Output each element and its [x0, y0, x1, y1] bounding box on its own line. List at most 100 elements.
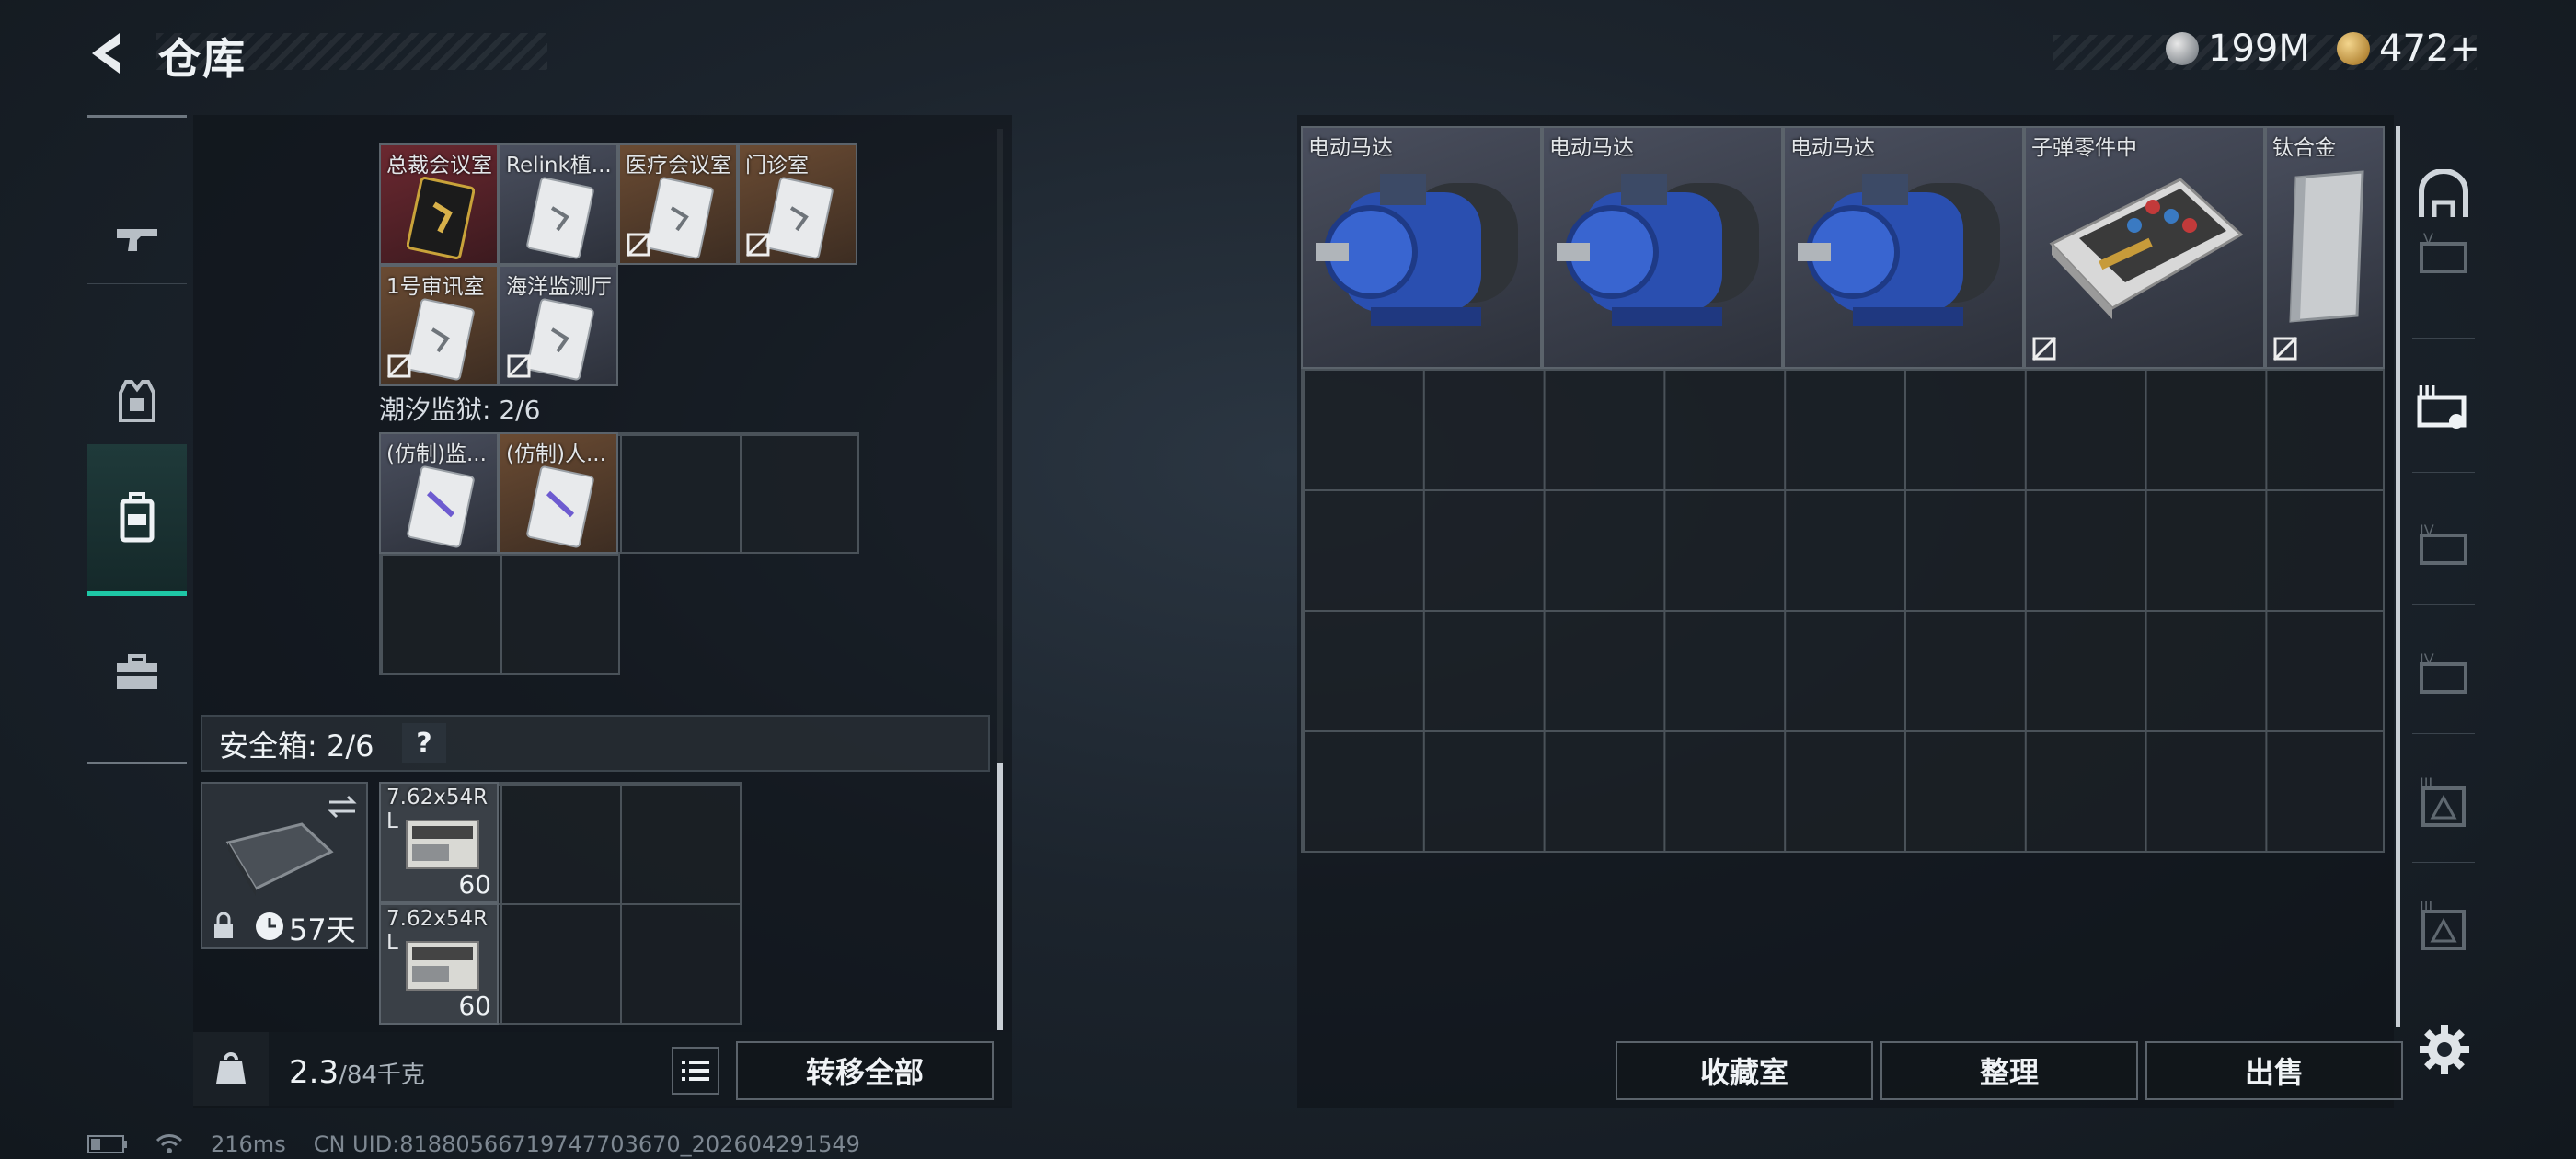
- svg-text:III: III: [2420, 775, 2432, 792]
- weight-readout: 2.3/84千克: [289, 1054, 425, 1091]
- keycard-label: Relink植...: [506, 154, 612, 178]
- item-label: 电动马达: [1790, 136, 1875, 160]
- stash-tabs-sidebar: V III IV IV III III: [2403, 126, 2484, 1027]
- item-label: 电动马达: [1308, 136, 1393, 160]
- currency-gold[interactable]: 472+: [2337, 28, 2480, 70]
- svg-text:III: III: [2418, 383, 2436, 402]
- keycard-gold-icon: [407, 177, 475, 259]
- swap-icon[interactable]: [326, 793, 359, 820]
- nav-weapons[interactable]: [87, 164, 187, 316]
- stash-tab-separator: [2412, 472, 2475, 473]
- no-trade-icon: [745, 232, 771, 258]
- keycard-slot[interactable]: 门诊室: [738, 143, 857, 265]
- stash-item-slot[interactable]: 电动马达: [1542, 126, 1783, 369]
- stash-tier-iii-warning-icon: III: [2420, 775, 2466, 827]
- ammo-parts-box-icon: [2049, 178, 2244, 319]
- weight-max: /84千克: [339, 1061, 425, 1089]
- keycard-slot[interactable]: (仿制)监...: [379, 432, 499, 554]
- safebox-case-slot[interactable]: 57天: [201, 782, 368, 949]
- stash-tab-iv-2[interactable]: IV: [2403, 614, 2484, 735]
- safebox-timer: 57天: [289, 912, 356, 947]
- keycard-white-icon: [526, 298, 594, 381]
- toolbox-icon: [117, 653, 157, 689]
- battery-icon: [87, 1135, 127, 1153]
- help-button[interactable]: ?: [402, 723, 446, 763]
- sell-button[interactable]: 出售: [2145, 1041, 2403, 1100]
- list-view-button[interactable]: [672, 1047, 719, 1095]
- stash-tier-iii-warning-icon: III: [2420, 899, 2466, 950]
- keycard-label: 海洋监测厅: [506, 275, 612, 299]
- lock-icon: [214, 912, 233, 938]
- keycard-white-icon: [526, 177, 594, 259]
- item-grid[interactable]: [379, 552, 620, 675]
- ammo-sub-label: L: [386, 809, 398, 833]
- stash-tab-separator: [2412, 733, 2475, 734]
- uid-readout: CN UID:8188056671974770367​0_20260429154…: [313, 1131, 860, 1157]
- stash-item-slot[interactable]: 子弹零件中: [2024, 126, 2265, 369]
- currency-silver[interactable]: 199M: [2166, 28, 2310, 70]
- stash-tab-iv-1[interactable]: IV: [2403, 485, 2484, 606]
- safebox-case-icon: [225, 822, 334, 896]
- titanium-plate-icon: [2289, 170, 2364, 323]
- sort-button[interactable]: 整理: [1880, 1041, 2138, 1100]
- ammo-count: 60: [458, 991, 491, 1021]
- nav-separator: [87, 283, 187, 284]
- ammo-box-icon: [406, 941, 479, 991]
- keycard-white-icon: [646, 177, 714, 259]
- silver-coin-icon: [2166, 32, 2199, 65]
- no-trade-icon: [2031, 336, 2057, 361]
- nav-supplies[interactable]: [87, 596, 187, 748]
- keycard-slot[interactable]: Relink植...: [499, 143, 618, 265]
- gold-coin-icon: [2337, 32, 2370, 65]
- stash-tier-iv-icon: IV: [2420, 522, 2467, 565]
- keycard-label: (仿制)监...: [386, 442, 487, 466]
- stash-tab-iii-active[interactable]: III: [2403, 347, 2484, 468]
- section-label-tide-prison: 潮汐监狱: 2/6: [379, 395, 541, 425]
- collection-room-button[interactable]: 收藏室: [1616, 1041, 1873, 1100]
- keycard-white-icon: [407, 298, 475, 381]
- svg-text:V: V: [2423, 231, 2433, 247]
- list-icon: [682, 1061, 709, 1081]
- transfer-all-button[interactable]: 转移全部: [736, 1041, 994, 1100]
- back-arrow-icon[interactable]: [83, 26, 138, 81]
- stash-item-slot[interactable]: 电动马达: [1301, 126, 1542, 369]
- svg-text:IV: IV: [2420, 522, 2434, 539]
- svg-text:III: III: [2420, 899, 2432, 915]
- keycard-slot[interactable]: (仿制)人...: [499, 432, 618, 554]
- no-trade-icon: [626, 232, 651, 258]
- settings-gear-icon[interactable]: [2418, 1023, 2471, 1076]
- ping-readout: 216ms: [211, 1131, 286, 1157]
- silver-amount: 199M: [2208, 28, 2310, 70]
- electric-motor-icon: [1557, 174, 1759, 326]
- safebox-title: 安全箱: 2/6: [219, 729, 374, 763]
- keycard-slot[interactable]: 海洋监测厅: [499, 265, 618, 386]
- weight-icon: [216, 1052, 246, 1084]
- stash-item-slot[interactable]: 钛合金: [2265, 126, 2385, 369]
- stash-item-slot[interactable]: 电动马达: [1783, 126, 2024, 369]
- keycard-slot[interactable]: 总裁会议室: [379, 143, 499, 265]
- ammo-slot[interactable]: 7.62x54R L 60: [379, 782, 499, 903]
- no-trade-icon: [2272, 336, 2298, 361]
- ammo-sub-label: L: [386, 931, 398, 955]
- stash-home-icon: [2419, 169, 2468, 217]
- left-nav: [87, 115, 187, 764]
- right-scrollbar[interactable]: [2396, 126, 2400, 1027]
- stash-tab-iii-3[interactable]: III: [2403, 866, 2484, 987]
- keycard-label: 门诊室: [745, 154, 809, 178]
- left-scrollbar[interactable]: [997, 763, 1003, 1030]
- stash-tab-iii-2[interactable]: III: [2403, 742, 2484, 864]
- no-trade-icon: [386, 353, 412, 379]
- keycard-label: 总裁会议室: [386, 154, 492, 178]
- no-trade-icon: [506, 353, 532, 379]
- clock-icon: [256, 912, 283, 940]
- ammo-label: 7.62x54R: [386, 786, 489, 809]
- nav-backpack[interactable]: [87, 444, 187, 596]
- item-label: 电动马达: [1549, 136, 1634, 160]
- stash-tab-v[interactable]: V: [2403, 214, 2484, 293]
- page-title: 仓库: [158, 34, 247, 84]
- ammo-slot[interactable]: 7.62x54R L 60: [379, 903, 499, 1025]
- vest-icon: [119, 379, 155, 422]
- keycard-slot[interactable]: 1号审讯室: [379, 265, 499, 386]
- keycard-slot[interactable]: 医疗会议室: [618, 143, 738, 265]
- keycard-label: (仿制)人...: [506, 442, 606, 466]
